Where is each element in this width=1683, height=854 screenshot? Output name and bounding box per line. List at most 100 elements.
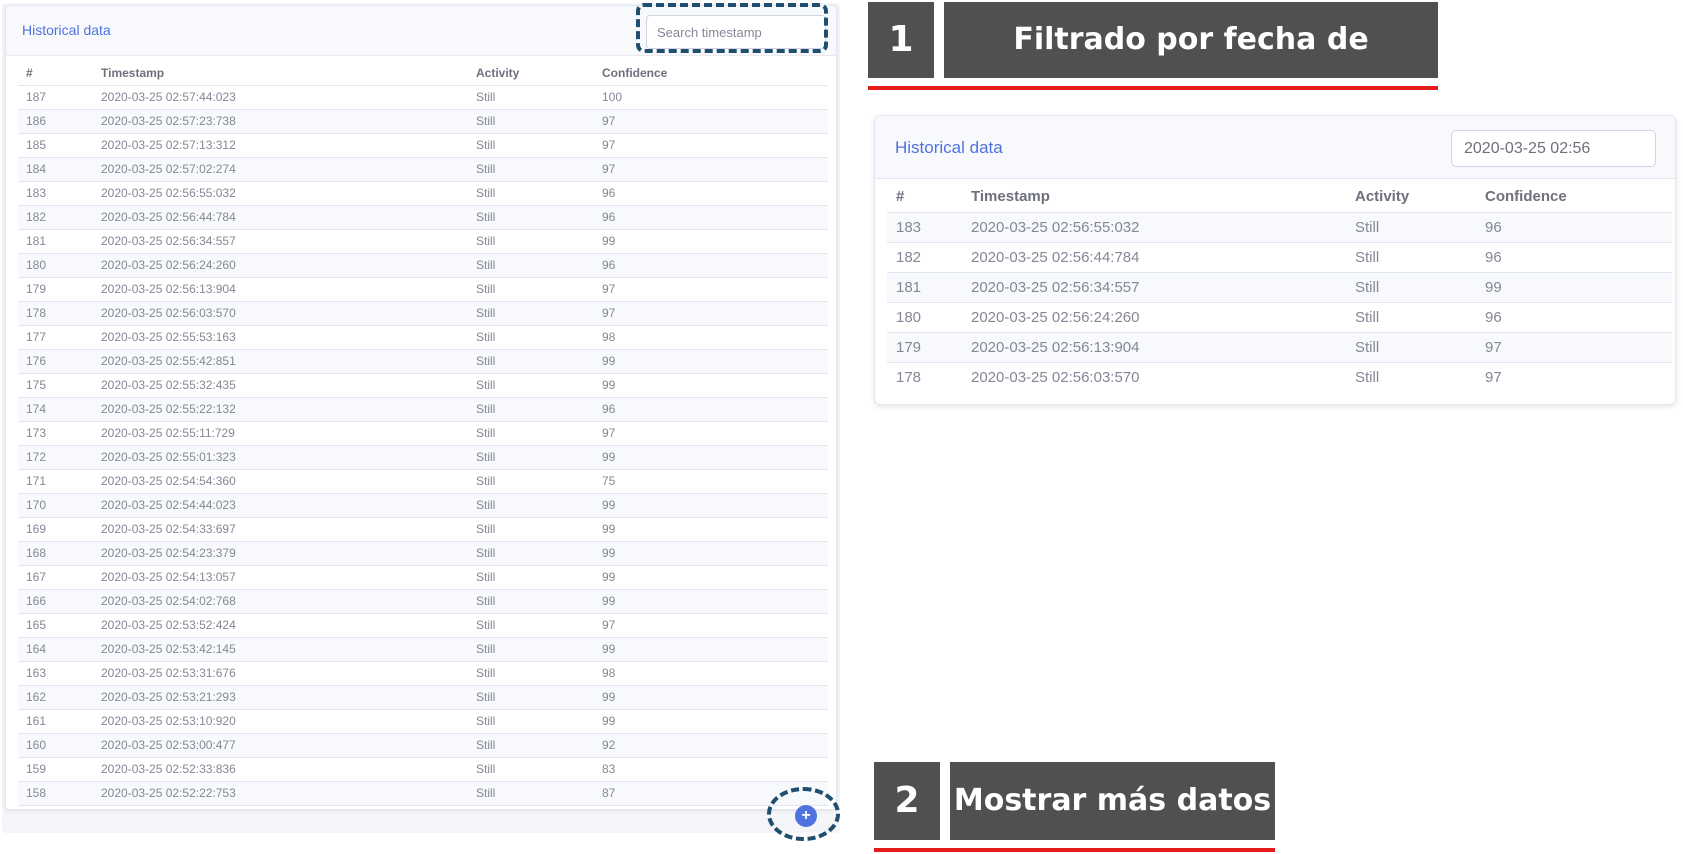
cell-confidence: 98 — [594, 661, 828, 686]
table-row[interactable]: 181 2020-03-25 02:56:34:557 Still 99 — [887, 272, 1672, 303]
column-header-activity[interactable]: Activity — [468, 62, 594, 86]
table-row[interactable]: 184 2020-03-25 02:57:02:274 Still 97 — [18, 157, 828, 182]
cell-timestamp: 2020-03-25 02:56:24:260 — [93, 253, 468, 278]
cell-activity: Still — [468, 325, 594, 350]
table-row[interactable]: 182 2020-03-25 02:56:44:784 Still 96 — [887, 242, 1672, 273]
cell-activity: Still — [468, 709, 594, 734]
cell-confidence: 99 — [594, 445, 828, 470]
table-body: 187 2020-03-25 02:57:44:023 Still 100 186 202… — [18, 85, 828, 806]
cell-confidence: 98 — [594, 325, 828, 350]
cell-confidence: 99 — [594, 349, 828, 374]
table-row[interactable]: 163 2020-03-25 02:53:31:676 Still 98 — [18, 661, 828, 686]
table-body: 183 2020-03-25 02:56:55:032 Still 96 182 2020… — [887, 212, 1672, 392]
cell-activity: Still — [468, 757, 594, 782]
table-row[interactable]: 182 2020-03-25 02:56:44:784 Still 96 — [18, 205, 828, 230]
table-row[interactable]: 166 2020-03-25 02:54:02:768 Still 99 — [18, 589, 828, 614]
table-row[interactable]: 165 2020-03-25 02:53:52:424 Still 97 — [18, 613, 828, 638]
cell-timestamp: 2020-03-25 02:55:22:132 — [93, 397, 468, 422]
cell-timestamp: 2020-03-25 02:55:11:729 — [93, 421, 468, 446]
cell-timestamp: 2020-03-25 02:57:13:312 — [93, 133, 468, 158]
cell-timestamp: 2020-03-25 02:55:32:435 — [93, 373, 468, 398]
column-header-timestamp[interactable]: Timestamp — [93, 62, 468, 86]
cell-confidence: 97 — [1476, 362, 1672, 392]
table-row[interactable]: 180 2020-03-25 02:56:24:260 Still 96 — [18, 253, 828, 278]
table-row[interactable]: 179 2020-03-25 02:56:13:904 Still 97 — [18, 277, 828, 302]
table-row[interactable]: 159 2020-03-25 02:52:33:836 Still 83 — [18, 757, 828, 782]
cell-confidence: 99 — [594, 229, 828, 254]
cell-index: 182 — [18, 205, 93, 230]
cell-timestamp: 2020-03-25 02:54:54:360 — [93, 469, 468, 494]
cell-timestamp: 2020-03-25 02:55:53:163 — [93, 325, 468, 350]
table-header-row: # Timestamp Activity Confidence — [887, 182, 1672, 213]
cell-confidence: 96 — [594, 253, 828, 278]
table-row[interactable]: 183 2020-03-25 02:56:55:032 Still 96 — [887, 212, 1672, 243]
table-row[interactable]: 173 2020-03-25 02:55:11:729 Still 97 — [18, 421, 828, 446]
cell-confidence: 96 — [1476, 212, 1672, 243]
column-header-activity[interactable]: Activity — [1346, 182, 1476, 213]
cell-index: 183 — [887, 212, 962, 243]
cell-activity: Still — [1346, 332, 1476, 363]
cell-index: 161 — [18, 709, 93, 734]
table-row[interactable]: 169 2020-03-25 02:54:33:697 Still 99 — [18, 517, 828, 542]
callout-2-number: 2 — [874, 762, 940, 840]
cell-index: 186 — [18, 109, 93, 134]
table-row[interactable]: 158 2020-03-25 02:52:22:753 Still 87 — [18, 781, 828, 806]
cell-timestamp: 2020-03-25 02:52:22:753 — [93, 781, 468, 806]
table-row[interactable]: 164 2020-03-25 02:53:42:145 Still 99 — [18, 637, 828, 662]
cell-timestamp: 2020-03-25 02:53:31:676 — [93, 661, 468, 686]
table-row[interactable]: 162 2020-03-25 02:53:21:293 Still 99 — [18, 685, 828, 710]
cell-index: 159 — [18, 757, 93, 782]
column-header-timestamp[interactable]: Timestamp — [962, 182, 1346, 213]
card-title: Historical data — [895, 138, 1003, 157]
column-header-index[interactable]: # — [18, 62, 93, 86]
search-timestamp-input[interactable] — [1451, 130, 1656, 167]
column-header-confidence[interactable]: Confidence — [594, 62, 828, 86]
table-row[interactable]: 171 2020-03-25 02:54:54:360 Still 75 — [18, 469, 828, 494]
table-row[interactable]: 174 2020-03-25 02:55:22:132 Still 96 — [18, 397, 828, 422]
cell-confidence: 99 — [594, 709, 828, 734]
table-row[interactable]: 170 2020-03-25 02:54:44:023 Still 99 — [18, 493, 828, 518]
table-row[interactable]: 179 2020-03-25 02:56:13:904 Still 97 — [887, 332, 1672, 363]
cell-confidence: 97 — [594, 277, 828, 302]
table-row[interactable]: 185 2020-03-25 02:57:13:312 Still 97 — [18, 133, 828, 158]
table-row[interactable]: 160 2020-03-25 02:53:00:477 Still 92 — [18, 733, 828, 758]
cell-confidence: 99 — [1476, 272, 1672, 303]
table-row[interactable]: 181 2020-03-25 02:56:34:557 Still 99 — [18, 229, 828, 254]
cell-index: 174 — [18, 397, 93, 422]
table-row[interactable]: 172 2020-03-25 02:55:01:323 Still 99 — [18, 445, 828, 470]
cell-confidence: 75 — [594, 469, 828, 494]
cell-confidence: 96 — [1476, 242, 1672, 273]
cell-timestamp: 2020-03-25 02:56:44:784 — [962, 242, 1346, 273]
table-row[interactable]: 178 2020-03-25 02:56:03:570 Still 97 — [18, 301, 828, 326]
cell-index: 181 — [887, 272, 962, 303]
table-row[interactable]: 175 2020-03-25 02:55:32:435 Still 99 — [18, 373, 828, 398]
table-row[interactable]: 168 2020-03-25 02:54:23:379 Still 99 — [18, 541, 828, 566]
cell-confidence: 99 — [594, 637, 828, 662]
callout-1-number: 1 — [868, 2, 934, 78]
table-row[interactable]: 178 2020-03-25 02:56:03:570 Still 97 — [887, 362, 1672, 392]
cell-activity: Still — [468, 661, 594, 686]
table-row[interactable]: 186 2020-03-25 02:57:23:738 Still 97 — [18, 109, 828, 134]
table-row[interactable]: 177 2020-03-25 02:55:53:163 Still 98 — [18, 325, 828, 350]
cell-index: 176 — [18, 349, 93, 374]
table-header-row: # Timestamp Activity Confidence — [18, 62, 828, 86]
cell-index: 169 — [18, 517, 93, 542]
cell-activity: Still — [468, 565, 594, 590]
table-row[interactable]: 176 2020-03-25 02:55:42:851 Still 99 — [18, 349, 828, 374]
table-row[interactable]: 183 2020-03-25 02:56:55:032 Still 96 — [18, 181, 828, 206]
cell-confidence: 97 — [594, 133, 828, 158]
cell-confidence: 99 — [594, 565, 828, 590]
table-row[interactable]: 187 2020-03-25 02:57:44:023 Still 100 — [18, 85, 828, 110]
cell-index: 175 — [18, 373, 93, 398]
cell-index: 179 — [18, 277, 93, 302]
table-row[interactable]: 161 2020-03-25 02:53:10:920 Still 99 — [18, 709, 828, 734]
cell-activity: Still — [468, 253, 594, 278]
cell-index: 164 — [18, 637, 93, 662]
historical-data-card: Historical data # Timestamp Activity Con… — [5, 5, 837, 810]
cell-activity: Still — [468, 589, 594, 614]
column-header-index[interactable]: # — [887, 182, 962, 213]
column-header-confidence[interactable]: Confidence — [1476, 182, 1672, 213]
table-row[interactable]: 167 2020-03-25 02:54:13:057 Still 99 — [18, 565, 828, 590]
cell-timestamp: 2020-03-25 02:55:01:323 — [93, 445, 468, 470]
table-row[interactable]: 180 2020-03-25 02:56:24:260 Still 96 — [887, 302, 1672, 333]
